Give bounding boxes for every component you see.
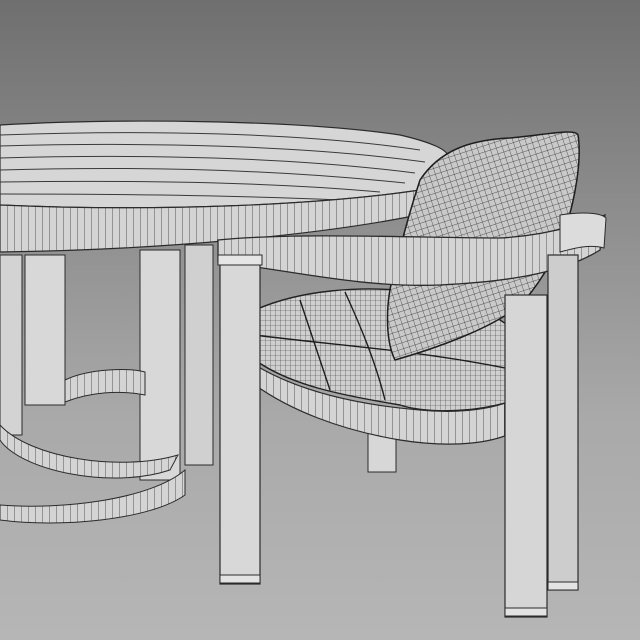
chair-front-leg-right: [504, 294, 548, 618]
wireframe-scene: [0, 120, 607, 618]
render-viewport: [0, 0, 640, 640]
chair-rear-leg-right: [547, 254, 579, 591]
chair-front-leg-left: [219, 261, 261, 585]
table-base: [0, 244, 214, 524]
table-top: [0, 120, 449, 253]
